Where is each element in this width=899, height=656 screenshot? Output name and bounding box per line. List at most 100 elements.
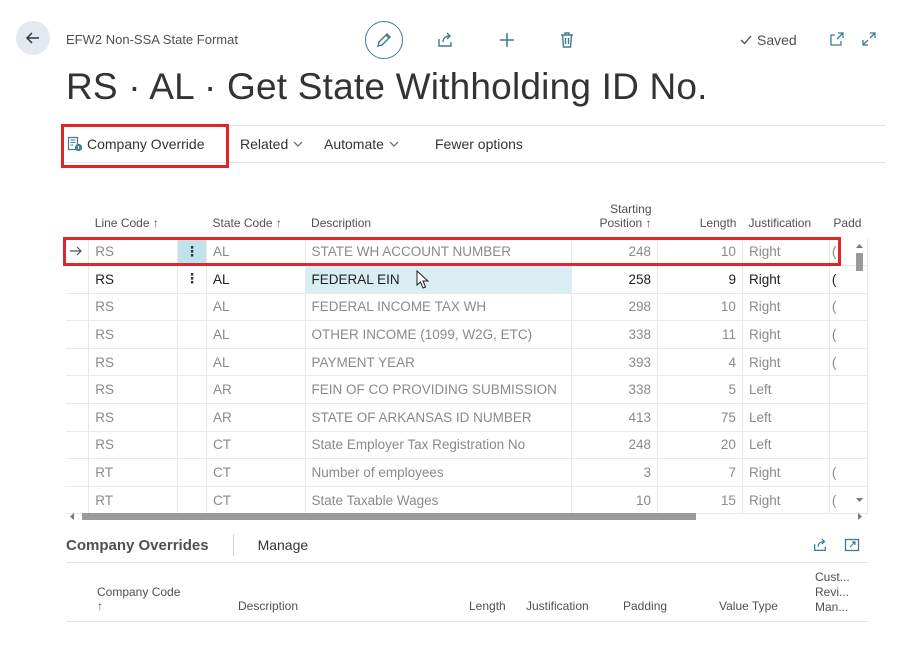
pencil-icon (377, 33, 391, 47)
col-header-length[interactable]: Length (658, 200, 743, 238)
row-menu-icon[interactable]: ⋮ (177, 238, 207, 267)
cell-length[interactable]: 10 (657, 238, 743, 267)
expand-icon[interactable] (861, 31, 877, 47)
cell-state-code[interactable]: AL (206, 238, 306, 267)
cell-description[interactable]: FEIN OF CO PROVIDING SUBMISSION (305, 375, 572, 405)
cell-description[interactable]: FEDERAL EIN (305, 265, 572, 294)
cell-justification[interactable]: Left (742, 403, 830, 432)
cell-line-code[interactable]: RS (88, 293, 179, 322)
row-menu-icon[interactable]: ⋮ (177, 265, 207, 294)
delete-button[interactable] (557, 30, 577, 50)
table-row[interactable]: RT CT Number of employees 3 7 Right ( (66, 458, 868, 487)
related-menu[interactable]: Related (240, 136, 304, 152)
cell-description[interactable]: STATE WH ACCOUNT NUMBER (305, 238, 572, 267)
back-button[interactable] (16, 21, 50, 55)
sub-col-header-value-type[interactable]: Value Type (719, 599, 778, 613)
cell-state-code[interactable]: AL (206, 293, 306, 322)
share-icon[interactable] (812, 537, 828, 553)
col-header-justification[interactable]: Justification (742, 200, 829, 238)
cell-justification[interactable]: Right (742, 238, 830, 267)
cell-starting-position[interactable]: 248 (571, 238, 659, 267)
cell-line-code[interactable]: RS (88, 265, 179, 294)
sub-col-header-length[interactable]: Length (469, 599, 506, 613)
cell-starting-position[interactable]: 393 (571, 348, 659, 377)
cell-starting-position[interactable]: 298 (571, 293, 659, 322)
cell-state-code[interactable]: AL (206, 265, 306, 294)
cell-state-code[interactable]: CT (206, 458, 306, 487)
page-title: RS · AL · Get State Withholding ID No. (66, 66, 708, 107)
cell-justification[interactable]: Right (742, 293, 830, 322)
cell-length[interactable]: 10 (657, 293, 743, 322)
breadcrumb[interactable]: EFW2 Non-SSA State Format (66, 32, 238, 47)
cell-state-code[interactable]: AR (206, 403, 306, 432)
cell-starting-position[interactable]: 248 (571, 431, 659, 460)
table-row[interactable]: RS AR FEIN OF CO PROVIDING SUBMISSION 33… (66, 375, 868, 405)
cell-description[interactable]: PAYMENT YEAR (305, 348, 572, 377)
cell-description[interactable]: State Employer Tax Registration No (305, 431, 572, 460)
new-button[interactable] (497, 30, 517, 50)
cell-length[interactable]: 9 (657, 265, 743, 294)
col-header-starting-position[interactable]: Starting Position ↑ (571, 200, 657, 238)
cell-line-code[interactable]: RS (88, 320, 179, 349)
cell-starting-position[interactable]: 3 (571, 458, 659, 487)
cell-state-code[interactable]: AL (206, 320, 306, 349)
table-row[interactable]: RS AR STATE OF ARKANSAS ID NUMBER 413 75… (66, 403, 868, 432)
table-row[interactable]: RS AL OTHER INCOME (1099, W2G, ETC) 338 … (66, 320, 868, 349)
manage-button[interactable]: Manage (258, 537, 309, 553)
share-button[interactable] (435, 30, 455, 50)
cell-description[interactable]: FEDERAL INCOME TAX WH (305, 293, 572, 322)
sub-col-header-padding[interactable]: Padding (623, 599, 667, 613)
cell-description[interactable]: Number of employees (305, 458, 572, 487)
sub-col-header-description[interactable]: Description (238, 599, 298, 613)
expand-window-icon[interactable] (844, 537, 860, 553)
cell-justification[interactable]: Right (742, 265, 830, 294)
cell-length[interactable]: 5 (657, 375, 743, 405)
cell-description[interactable]: OTHER INCOME (1099, W2G, ETC) (305, 320, 572, 349)
vertical-scrollbar[interactable] (853, 240, 866, 508)
sub-col-header-justification[interactable]: Justification (526, 599, 589, 613)
cell-starting-position[interactable]: 338 (571, 375, 659, 405)
company-overrides-title[interactable]: Company Overrides (66, 537, 209, 554)
cell-line-code[interactable]: RS (88, 403, 179, 432)
automate-label: Automate (324, 136, 384, 152)
cell-line-code[interactable]: RS (88, 238, 179, 267)
cell-justification[interactable]: Right (742, 320, 830, 349)
horizontal-scrollbar[interactable] (66, 510, 866, 523)
cell-starting-position[interactable]: 338 (571, 320, 659, 349)
cell-line-code[interactable]: RS (88, 348, 179, 377)
open-new-window-icon[interactable] (829, 31, 845, 47)
col-header-description[interactable]: Description (305, 200, 571, 238)
cell-starting-position[interactable]: 413 (571, 403, 659, 432)
edit-button[interactable] (365, 21, 403, 59)
cell-length[interactable]: 4 (657, 348, 743, 377)
col-header-line-code[interactable]: Line Code ↑ (89, 200, 178, 238)
cell-line-code[interactable]: RS (88, 431, 179, 460)
cell-length[interactable]: 20 (657, 431, 743, 460)
table-row[interactable]: RS CT State Employer Tax Registration No… (66, 431, 868, 460)
cell-justification[interactable]: Right (742, 348, 830, 377)
cell-length[interactable]: 7 (657, 458, 743, 487)
cell-line-code[interactable]: RT (88, 458, 179, 487)
col-header-state-code[interactable]: State Code ↑ (207, 200, 306, 238)
sub-col-header-custom[interactable]: Cust... Revi... Man... (815, 570, 850, 615)
cell-state-code[interactable]: AL (206, 348, 306, 377)
cell-length[interactable]: 75 (657, 403, 743, 432)
cell-length[interactable]: 11 (657, 320, 743, 349)
table-row[interactable]: RS ⋮ AL STATE WH ACCOUNT NUMBER 248 10 R… (66, 238, 868, 267)
cell-starting-position[interactable]: 258 (571, 265, 659, 294)
automate-menu[interactable]: Automate (324, 136, 400, 152)
company-override-button[interactable]: Company Override (67, 136, 205, 152)
fewer-options-button[interactable]: Fewer options (435, 136, 523, 152)
cell-justification[interactable]: Right (742, 458, 830, 487)
cell-state-code[interactable]: CT (206, 431, 306, 460)
table-row[interactable]: RS AL FEDERAL INCOME TAX WH 298 10 Right… (66, 293, 868, 322)
cell-justification[interactable]: Left (742, 375, 830, 405)
sub-col-header-company-code[interactable]: Company Code ↑ (97, 585, 180, 613)
cell-line-code[interactable]: RS (88, 375, 179, 405)
table-row[interactable]: RS ⋮ AL FEDERAL EIN 258 9 Right ( (66, 265, 868, 294)
cell-description[interactable]: STATE OF ARKANSAS ID NUMBER (305, 403, 572, 432)
cell-state-code[interactable]: AR (206, 375, 306, 405)
cell-justification[interactable]: Left (742, 431, 830, 460)
col-header-padding[interactable]: Padd (829, 200, 867, 238)
table-row[interactable]: RS AL PAYMENT YEAR 393 4 Right ( (66, 348, 868, 377)
